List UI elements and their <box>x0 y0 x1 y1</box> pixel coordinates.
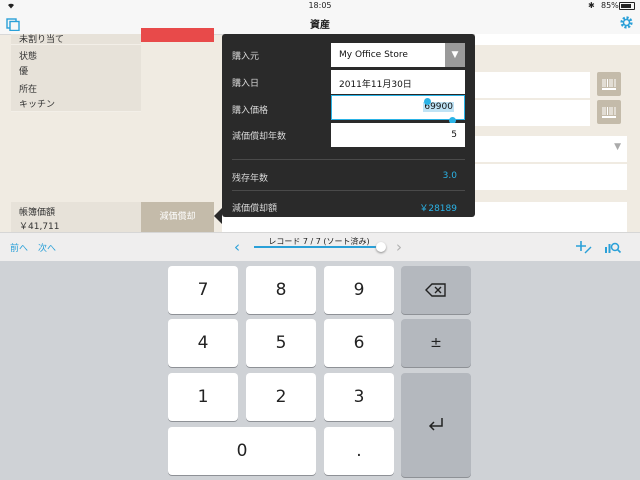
add-record-icon[interactable] <box>576 239 592 258</box>
field-book-value: 帳簿価額 ￥41,711 <box>11 202 141 233</box>
key-2[interactable]: 2 <box>246 373 316 421</box>
chevron-left-icon[interactable]: ‹ <box>234 238 240 256</box>
depreciation-button[interactable]: 減価償却 <box>141 202 214 232</box>
key-9[interactable]: 9 <box>324 266 394 314</box>
key-4[interactable]: 4 <box>168 319 238 367</box>
selection-handle-start[interactable] <box>424 98 431 105</box>
key-7[interactable]: 7 <box>168 266 238 314</box>
divider <box>232 190 465 191</box>
state-label: 状態 <box>19 52 38 62</box>
location-value: キッチン <box>19 100 56 110</box>
return-key[interactable] <box>401 373 471 477</box>
chevron-down-icon[interactable]: ▼ <box>445 43 465 67</box>
popover-arrow <box>214 208 222 224</box>
divider <box>232 159 465 160</box>
book-value: ￥41,711 <box>19 222 60 232</box>
bluetooth-icon: ✱ <box>588 1 595 10</box>
depreciation-popover: 購入元 My Office Store ▼ 購入日 2011年11月30日 購入… <box>222 34 475 217</box>
numeric-keypad: 7 8 9 4 5 6 ± 1 2 3 0 . <box>0 261 640 480</box>
record-toolbar: 前へ 次へ ‹ レコード 7 / 7 (ソート済み) › <box>0 232 640 262</box>
return-icon <box>427 415 445 435</box>
vendor-label: 購入元 <box>232 52 260 62</box>
bg-dropdown-field[interactable]: ▼ <box>475 136 627 162</box>
key-1[interactable]: 1 <box>168 373 238 421</box>
bg-field-top <box>475 34 640 45</box>
depreciation-years-value: 5 <box>451 130 457 140</box>
gear-icon[interactable] <box>619 15 634 34</box>
bg-field[interactable] <box>475 164 627 190</box>
depreciation-years-label: 減価償却年数 <box>232 132 287 142</box>
key-6[interactable]: 6 <box>324 319 394 367</box>
purchase-price-input[interactable]: 69900 <box>331 95 465 124</box>
book-value-label: 帳簿価額 <box>19 208 56 218</box>
next-button[interactable]: 次へ <box>38 241 56 254</box>
bg-field-barcode-2[interactable] <box>475 100 590 126</box>
key-3[interactable]: 3 <box>324 373 394 421</box>
vendor-select[interactable]: My Office Store ▼ <box>331 43 465 67</box>
remaining-years-label: 残存年数 <box>232 174 269 184</box>
bg-field-barcode-1[interactable] <box>475 72 590 98</box>
key-5[interactable]: 5 <box>246 319 316 367</box>
status-red-bar <box>141 28 214 42</box>
find-chart-icon[interactable] <box>604 239 622 258</box>
prev-button[interactable]: 前へ <box>10 241 28 254</box>
navigation-bar: 資産 <box>0 12 640 35</box>
key-8[interactable]: 8 <box>246 266 316 314</box>
depreciation-amount-label: 減価償却額 <box>232 204 278 214</box>
status-time: 18:05 <box>308 1 332 10</box>
barcode-icon[interactable] <box>597 72 621 96</box>
record-slider-fill <box>254 246 381 248</box>
record-slider[interactable] <box>254 242 386 252</box>
chevron-right-icon[interactable]: › <box>396 238 402 256</box>
depreciation-years-field[interactable]: 5 <box>331 123 465 147</box>
battery-icon <box>619 2 635 10</box>
status-bar: 18:05 ✱ 85% <box>0 0 640 12</box>
purchase-date-field[interactable]: 2011年11月30日 <box>331 70 465 94</box>
field-truncated: 未割り当て <box>11 34 141 45</box>
field-location[interactable]: 所在 キッチン <box>11 78 141 112</box>
record-slider-thumb[interactable] <box>376 242 386 252</box>
key-0[interactable]: 0 <box>168 427 316 475</box>
battery-percent: 85% <box>601 1 619 10</box>
backspace-key[interactable] <box>401 266 471 314</box>
vendor-value: My Office Store <box>339 50 408 60</box>
barcode-icon[interactable] <box>597 100 621 124</box>
depreciation-amount-value: ￥28189 <box>419 204 457 214</box>
remaining-years-value: 3.0 <box>442 171 457 181</box>
state-value: 優 <box>19 67 29 77</box>
purchase-date-label: 購入日 <box>232 79 260 89</box>
backspace-icon <box>425 280 447 300</box>
location-label: 所在 <box>19 85 38 95</box>
key-decimal[interactable]: . <box>324 427 394 475</box>
field-state[interactable]: 状態 優 <box>11 45 141 79</box>
purchase-date-value: 2011年11月30日 <box>339 80 412 90</box>
chevron-down-icon: ▼ <box>614 142 621 152</box>
page-title: 資産 <box>310 20 330 31</box>
purchase-price-label: 購入価格 <box>232 106 269 116</box>
plus-minus-key[interactable]: ± <box>401 319 471 367</box>
